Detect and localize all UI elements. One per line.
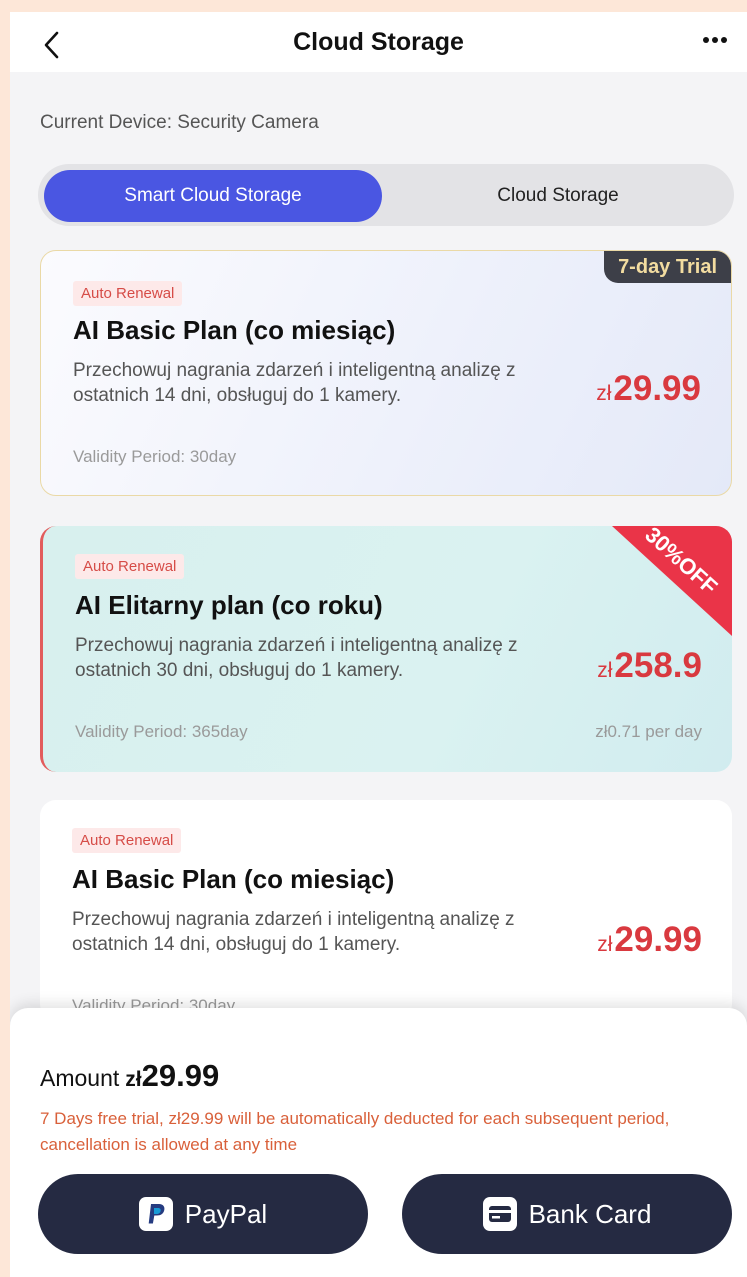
price-per-day: zł0.71 per day	[595, 722, 702, 741]
validity-period: Validity Period: 30day	[73, 447, 237, 466]
trial-note: 7 Days free trial, zł29.99 will be autom…	[40, 1109, 670, 1154]
plan-name: AI Basic Plan (co miesiąc)	[72, 864, 395, 894]
validity-period: Validity Period: 365day	[75, 722, 248, 741]
paypal-button[interactable]: PayPal	[38, 1174, 368, 1254]
more-horizontal-icon	[703, 37, 727, 43]
plan-description: Przechowuj nagrania zdarzeń i inteligent…	[72, 909, 515, 955]
plan-price: zł29.99	[596, 369, 701, 409]
plan-price: zł258.9	[597, 646, 702, 686]
amount-value: 29.99	[141, 1058, 220, 1093]
currency-symbol: zł	[597, 659, 613, 682]
plan-description: Przechowuj nagrania zdarzeń i inteligent…	[73, 360, 516, 406]
tab-smart-cloud-storage[interactable]: Smart Cloud Storage	[44, 170, 382, 222]
plan-card-elite-yearly[interactable]: 30%OFF Auto Renewal AI Elitarny plan (co…	[40, 526, 732, 772]
trial-badge: 7-day Trial	[604, 251, 731, 283]
paypal-label: PayPal	[184, 1198, 268, 1229]
tab-cloud-storage[interactable]: Cloud Storage	[388, 170, 728, 222]
amount-row: Amount zł29.99	[40, 1058, 219, 1094]
plan-description: Przechowuj nagrania zdarzeń i inteligent…	[75, 635, 518, 681]
plan-name: AI Elitarny plan (co roku)	[75, 590, 383, 620]
bank-card-button[interactable]: Bank Card	[402, 1174, 732, 1254]
amount-label: Amount	[40, 1065, 120, 1091]
auto-renewal-tag: Auto Renewal	[75, 554, 185, 579]
amount-currency: zł	[125, 1068, 142, 1091]
header-bar: Cloud Storage	[10, 12, 747, 72]
app-screen: Cloud Storage Current Device: Security C…	[10, 12, 747, 1277]
plan-card-basic-monthly-2[interactable]: Auto Renewal AI Basic Plan (co miesiąc) …	[40, 800, 732, 1020]
more-button[interactable]	[701, 32, 729, 48]
bank-card-label: Bank Card	[528, 1198, 652, 1229]
current-device-label: Current Device: Security Camera	[40, 112, 319, 133]
plan-name: AI Basic Plan (co miesiąc)	[73, 315, 396, 345]
price-value: 258.9	[614, 646, 702, 685]
auto-renewal-tag: Auto Renewal	[73, 281, 183, 306]
price-value: 29.99	[614, 920, 702, 959]
storage-type-tabs: Smart Cloud Storage Cloud Storage	[38, 164, 734, 226]
plan-card-basic-monthly[interactable]: 7-day Trial Auto Renewal AI Basic Plan (…	[40, 250, 732, 496]
page-title: Cloud Storage	[293, 28, 464, 56]
credit-card-icon	[482, 1197, 517, 1231]
currency-symbol: zł	[597, 933, 613, 956]
price-value: 29.99	[613, 369, 701, 408]
auto-renewal-tag: Auto Renewal	[72, 828, 182, 853]
currency-symbol: zł	[596, 382, 612, 405]
paypal-icon	[138, 1197, 173, 1231]
plan-price: zł29.99	[597, 920, 702, 960]
checkout-panel: Amount zł29.99 7 Days free trial, zł29.99…	[10, 1008, 747, 1277]
